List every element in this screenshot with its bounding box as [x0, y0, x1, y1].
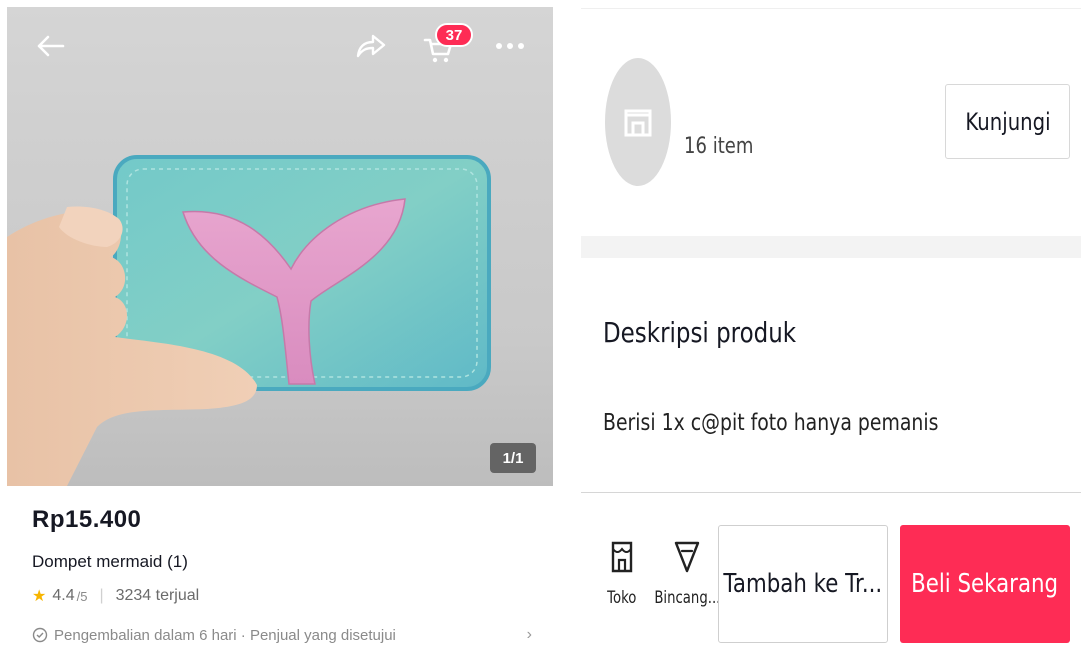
shop-avatar[interactable] [605, 58, 671, 186]
app-root: 37 1/1 Rp15.400 Dompet mermaid (1) ★ 4.4… [0, 0, 1081, 646]
add-to-cart-button[interactable]: Tambah ke Tr... [718, 525, 888, 643]
chat-label: Bincang... [654, 588, 721, 608]
visit-shop-label: Kunjungi [964, 107, 1051, 136]
more-options-button[interactable] [493, 29, 527, 63]
shop-nav-label: Toko [607, 588, 637, 608]
chevron-right-icon: › [526, 626, 532, 643]
description-text: Berisi 1x c@pit foto hanya pemanis [603, 410, 939, 436]
shop-icon [624, 109, 652, 137]
add-to-cart-label: Tambah ke Tr... [723, 569, 883, 599]
sold-count: 3234 terjual [115, 587, 200, 604]
return-policy-row[interactable]: Pengembalian dalam 6 hari · Penjual yang… [32, 626, 532, 644]
return-policy-text: Pengembalian dalam 6 hari · Penjual yang… [54, 626, 396, 644]
product-panel: 37 1/1 Rp15.400 Dompet mermaid (1) ★ 4.4… [0, 0, 560, 646]
description-heading: Deskripsi produk [603, 316, 797, 349]
visit-shop-button[interactable]: Kunjungi [945, 84, 1070, 159]
cart-count-badge: 37 [435, 23, 473, 47]
shop-item-count: 16 item [684, 134, 754, 159]
buy-now-label: Beli Sekarang [911, 569, 1059, 599]
section-separator [581, 236, 1081, 258]
product-top-bar: 37 [7, 7, 553, 77]
back-button[interactable] [33, 29, 67, 63]
rating-value: 4.4 [52, 587, 75, 604]
shop-description-panel: 16 item Kunjungi Deskripsi produk Berisi… [581, 0, 1081, 646]
share-button[interactable] [354, 29, 388, 63]
rating-row: ★ 4.4 /5 | 3234 terjual [32, 586, 199, 606]
image-counter: 1/1 [490, 443, 536, 473]
product-image[interactable]: 37 1/1 [7, 7, 553, 486]
store-icon [611, 541, 632, 573]
shop-nav-button[interactable]: Toko [603, 540, 641, 608]
share-icon [356, 34, 386, 58]
chat-button[interactable]: Bincang... [645, 540, 730, 608]
divider: | [99, 587, 104, 604]
star-icon: ★ [32, 588, 47, 605]
back-arrow-icon [37, 35, 65, 57]
product-photo-illustration [7, 155, 491, 486]
check-circle-icon [32, 627, 48, 643]
chat-icon [675, 541, 700, 573]
product-title: Dompet mermaid (1) [32, 552, 188, 571]
divider [581, 8, 1081, 9]
more-dots-icon [496, 43, 524, 49]
rating-scale: /5 [76, 588, 88, 604]
product-price: Rp15.400 [32, 506, 142, 533]
buy-now-button[interactable]: Beli Sekarang [900, 525, 1070, 643]
divider [581, 492, 1081, 493]
